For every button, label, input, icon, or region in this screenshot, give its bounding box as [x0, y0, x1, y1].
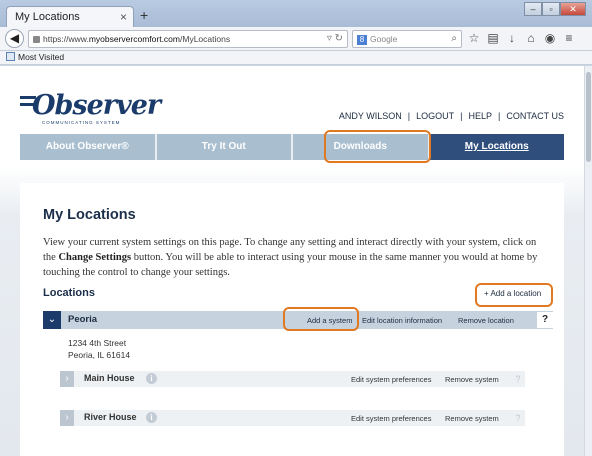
remove-system-button[interactable]: Remove system	[445, 375, 499, 384]
location-address: 1234 4th Street Peoria, IL 61614	[68, 337, 130, 361]
edit-system-button[interactable]: Edit system preferences	[351, 375, 431, 384]
search-icon[interactable]: ⌕	[451, 33, 457, 44]
user-nav: ANDY WILSON | LOGOUT | HELP | CONTACT US	[338, 111, 564, 121]
browser-titlebar: My Locations × + – ▫ ✕	[0, 0, 592, 28]
close-window-icon[interactable]: ✕	[560, 2, 586, 16]
user-name: ANDY WILSON	[338, 111, 402, 121]
highlight-add-location	[475, 283, 553, 307]
logo-tagline: COMMUNICATING SYSTEM	[42, 120, 121, 125]
home-icon[interactable]: ⌂	[525, 31, 537, 45]
remove-system-button[interactable]: Remove system	[445, 414, 499, 423]
chevron-right-icon[interactable]: ›	[60, 371, 74, 387]
address-bar[interactable]: https://www.myobservercomfort.com/MyLoca…	[28, 30, 348, 48]
page-title: My Locations	[43, 207, 136, 223]
location-help-icon[interactable]: ?	[537, 312, 553, 328]
search-input[interactable]: 8 Google ⌕	[352, 30, 462, 48]
url-path: /MyLocations	[180, 34, 231, 44]
close-tab-icon[interactable]: ×	[120, 10, 127, 24]
page-viewport: Observer COMMUNICATING SYSTEM ANDY WILSO…	[0, 66, 584, 456]
bookmarks-list-icon[interactable]: ▤	[487, 31, 499, 45]
back-arrow-icon[interactable]: ◀	[5, 29, 24, 48]
system-name: Main House	[84, 373, 135, 383]
info-icon[interactable]: i	[146, 373, 157, 384]
intro-text: View your current system settings on thi…	[43, 237, 538, 278]
nav-about-observer[interactable]: About Observer®	[20, 134, 157, 160]
system-row: › Main House i Edit system preferences R…	[60, 371, 525, 387]
remove-location-button[interactable]: Remove location	[458, 316, 514, 325]
maximize-icon[interactable]: ▫	[542, 2, 560, 16]
help-link[interactable]: HELP	[468, 111, 492, 121]
bookmarks-bar: Most Visited	[0, 51, 592, 65]
change-settings-text: Change Settings	[58, 252, 132, 263]
system-help-icon[interactable]: ?	[511, 371, 525, 387]
url-prefix: https://www.	[43, 34, 89, 44]
address-line-2: Peoria, IL 61614	[68, 350, 131, 360]
main-nav: About Observer® Try It Out Downloads My …	[20, 134, 564, 160]
system-row: › River House i Edit system preferences …	[60, 410, 525, 426]
info-icon[interactable]: i	[146, 412, 157, 423]
menu-icon[interactable]: ≡	[563, 31, 575, 45]
location-name: Peoria	[68, 314, 98, 325]
edit-system-button[interactable]: Edit system preferences	[351, 414, 431, 423]
minimize-icon[interactable]: –	[524, 2, 542, 16]
edit-location-button[interactable]: Edit location information	[362, 316, 442, 325]
chevron-right-icon[interactable]: ›	[60, 410, 74, 426]
google-icon: 8	[357, 35, 367, 45]
address-line-1: 1234 4th Street	[68, 338, 127, 348]
browser-tools: ☆ ▤ ↓ ⌂ ◉ ≡	[468, 31, 575, 45]
highlight-add-system	[283, 307, 359, 331]
browser-toolbar: ◀ https://www.myobservercomfort.com/MyLo…	[0, 27, 592, 51]
reload-icon[interactable]: ▿ ↻	[327, 33, 343, 44]
download-icon[interactable]: ↓	[506, 31, 518, 45]
system-help-icon[interactable]: ?	[511, 410, 525, 426]
bookmark-folder-icon	[6, 52, 15, 61]
new-tab-button[interactable]: +	[140, 7, 148, 23]
sync-icon[interactable]: ◉	[544, 31, 556, 45]
bookmark-most-visited[interactable]: Most Visited	[18, 52, 64, 62]
logo-wordmark: Observer	[32, 90, 161, 121]
nav-try-it-out[interactable]: Try It Out	[157, 134, 293, 160]
contact-us-link[interactable]: CONTACT US	[506, 111, 564, 121]
url-host: myobservercomfort.com	[88, 34, 180, 44]
search-placeholder: Google	[370, 34, 398, 44]
locations-heading: Locations	[43, 287, 95, 299]
lock-icon	[33, 36, 40, 43]
logout-link[interactable]: LOGOUT	[416, 111, 454, 121]
scrollbar-thumb[interactable]	[586, 72, 591, 162]
tab-title: My Locations	[15, 11, 80, 23]
bookmark-star-icon[interactable]: ☆	[468, 31, 480, 45]
page-scrollbar[interactable]	[584, 66, 592, 456]
system-name: River House	[84, 412, 137, 422]
window-controls: – ▫ ✕	[524, 2, 586, 16]
chevron-down-icon[interactable]: ⌄	[43, 311, 61, 329]
browser-tab[interactable]: My Locations ×	[6, 6, 134, 28]
nav-my-locations[interactable]: My Locations	[429, 134, 564, 160]
highlight-my-locations	[324, 130, 431, 163]
